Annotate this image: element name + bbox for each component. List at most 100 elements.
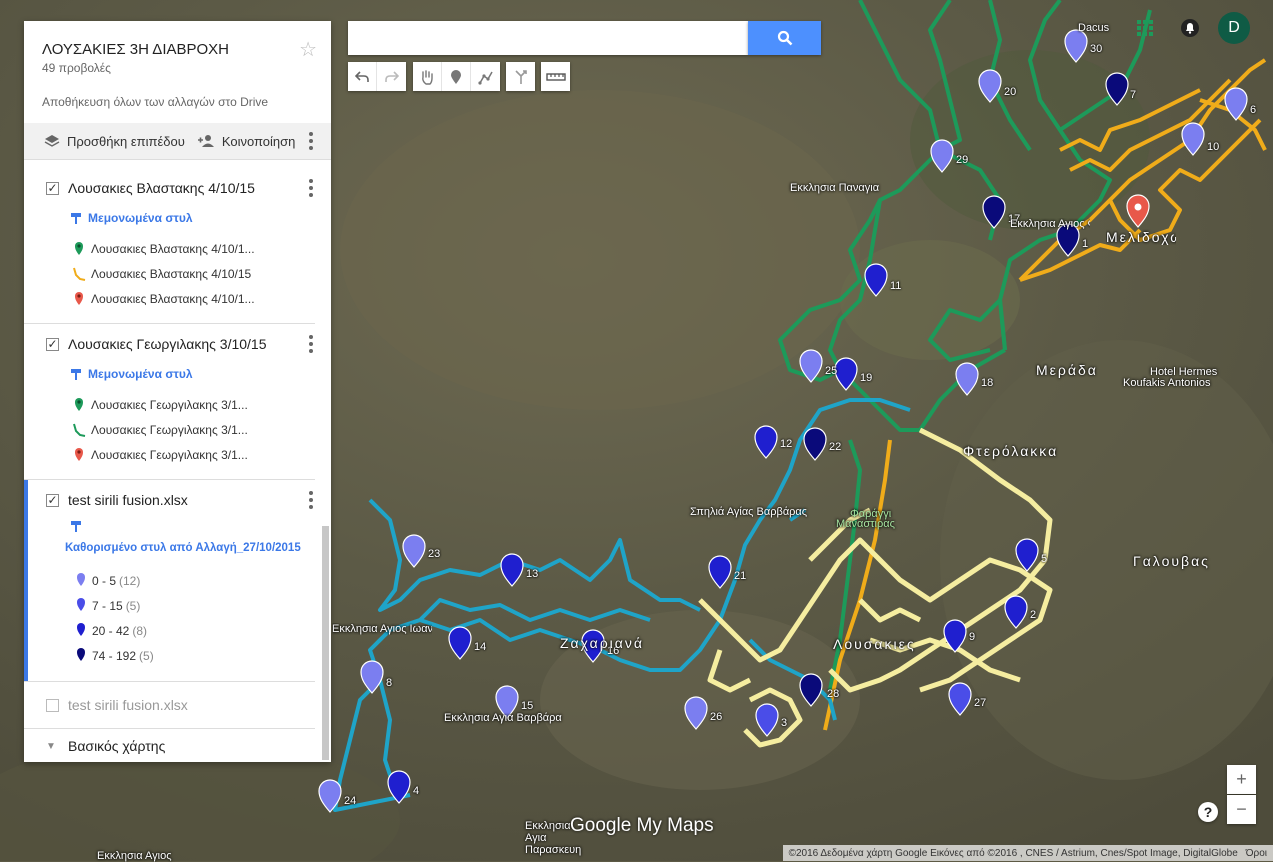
place-label: Dacus [1078, 22, 1110, 34]
layer-name[interactable]: test sirili fusion.xlsx [68, 492, 188, 508]
layer-checkbox[interactable]: ✓ [46, 181, 59, 195]
place-label: Εκκλησια Αγιος Ιωαννης [332, 623, 432, 635]
measure-button[interactable] [541, 62, 570, 91]
green-marker-icon [70, 241, 88, 256]
zoom-in-button[interactable]: + [1227, 765, 1256, 794]
basemap-row[interactable]: ▼ Βασικός χάρτης [24, 729, 331, 762]
layer-options-icon[interactable] [309, 491, 313, 509]
layer-style-link[interactable]: Μεμονωμένα στυλ [24, 364, 315, 384]
layer-item[interactable]: Λουσακιες Γεωργιλακης 3/1... [24, 392, 315, 417]
place-label: Εκκλησια Αγια Βαρβάρα [444, 712, 562, 724]
legend-row[interactable]: 7 - 15 (5) [24, 593, 315, 618]
layers-icon [44, 135, 60, 147]
marker-icon [451, 69, 461, 84]
pin-label: 15 [521, 700, 534, 712]
panel-scrollbar[interactable] [322, 526, 329, 760]
layer-options-icon[interactable] [309, 179, 313, 197]
legend-count: (12) [119, 573, 141, 588]
layer-header[interactable]: ✓ Λουσακιες Γεωργιλακης 3/10/15 [24, 324, 315, 364]
layer-georgilakis: ✓ Λουσακιες Γεωργιλακης 3/10/15 Μεμονωμέ… [24, 324, 315, 480]
style-label: Μεμονωμένα στυλ [88, 211, 193, 225]
layer-options-icon[interactable] [309, 335, 313, 353]
pin-label: 20 [1004, 86, 1017, 98]
more-options-icon[interactable] [309, 132, 313, 150]
legend-range: 20 - 42 [92, 623, 130, 638]
measure-group [541, 62, 570, 91]
directions-button[interactable] [506, 62, 535, 91]
share-button[interactable]: Κοινοποίηση [197, 133, 296, 149]
add-marker-button[interactable] [442, 62, 471, 91]
layer-item[interactable]: Λουσακιες Βλαστακης 4/10/1... [24, 286, 315, 311]
legend-row[interactable]: 74 - 192 (5) [24, 643, 315, 668]
layer-checkbox[interactable] [46, 698, 59, 712]
item-label: Λουσακιες Βλαστακης 4/10/15 [91, 266, 252, 281]
pin-label: 7 [1130, 89, 1137, 101]
pin-label: 11 [890, 280, 902, 292]
add-layer-button[interactable]: Προσθήκη επιπέδου [44, 134, 185, 149]
layer-name[interactable]: Λουσακιες Βλαστακης 4/10/15 [68, 180, 255, 196]
directions-icon [514, 69, 527, 84]
pin-label: 30 [1090, 43, 1103, 55]
paint-roller-icon [71, 368, 81, 380]
map-title[interactable]: ΛΟΥΣΑΚΙΕΣ 3Η ΔΙΑΒΡΟΧΗ [42, 41, 313, 58]
green-line-icon [70, 423, 88, 437]
layer-name[interactable]: test sirili fusion.xlsx [68, 697, 188, 713]
terms-link[interactable]: Όροι [1246, 848, 1267, 859]
layer-style-link[interactable]: Μεμονωμένα στυλ [24, 208, 315, 228]
place-label: Μαναστιρας [836, 518, 895, 530]
pin-label: 10 [1207, 141, 1220, 153]
undo-icon [355, 70, 369, 82]
place-label: Σπηλιά Αγίας Βαρβάρας [690, 506, 808, 518]
pin-label: 21 [734, 570, 747, 582]
layer-item[interactable]: Λουσακιες Βλαστακης 4/10/1... [24, 236, 315, 261]
place-label: Μελιδοχωρι [1106, 229, 1176, 245]
pin-label: 24 [344, 795, 357, 807]
draw-tools-group [413, 62, 500, 91]
layer-item[interactable]: Λουσακιες Γεωργιλακης 3/1... [24, 442, 315, 467]
active-layer-indicator [24, 480, 28, 681]
place-label: Εκκλησια Αγιος Φανουριος [1010, 218, 1090, 230]
search-button[interactable] [748, 21, 821, 55]
layer-name[interactable]: Λουσακιες Γεωργιλακης 3/10/15 [68, 336, 267, 352]
star-icon[interactable]: ☆ [299, 37, 317, 62]
place-label: Γαλουβας [1133, 553, 1210, 569]
draw-line-button[interactable] [471, 62, 500, 91]
copyright-bar: ©2016 Δεδομένα χάρτη Google Εικόνες από … [782, 845, 1273, 861]
pin-label: 18 [981, 377, 994, 389]
legend-row[interactable]: 0 - 5 (12) [24, 568, 315, 593]
layer-header[interactable]: test sirili fusion.xlsx [24, 682, 315, 728]
blue-pin-icon [76, 622, 86, 640]
zoom-out-button[interactable]: − [1227, 795, 1256, 824]
basemap-label[interactable]: Βασικός χάρτης [68, 738, 165, 754]
apps-grid-icon[interactable] [1137, 20, 1153, 36]
hand-icon [422, 69, 433, 85]
account-avatar[interactable]: D [1218, 12, 1250, 44]
place-label: Μεράδα [1036, 362, 1098, 378]
layer-checkbox[interactable]: ✓ [46, 337, 59, 351]
notifications-bell-icon[interactable] [1180, 18, 1200, 38]
pan-button[interactable] [413, 62, 442, 91]
layer-item[interactable]: Λουσακιες Γεωργιλακης 3/1... [24, 417, 315, 442]
green-marker-icon [70, 397, 88, 412]
undo-button[interactable] [348, 62, 377, 91]
legend-row[interactable]: 20 - 42 (8) [24, 618, 315, 643]
view-count: 49 προβολές [42, 61, 111, 75]
redo-icon [384, 70, 399, 82]
medium-pin-icon [76, 597, 86, 615]
pin-label: 12 [780, 438, 793, 450]
chevron-down-icon[interactable]: ▼ [46, 741, 59, 752]
pin-label: 29 [956, 154, 969, 166]
pin-label: 9 [969, 631, 976, 643]
help-icon[interactable]: ? [1198, 802, 1218, 822]
layer-header[interactable]: ✓ Λουσακιες Βλαστακης 4/10/15 [24, 168, 315, 208]
layer-item[interactable]: Λουσακιες Βλαστακης 4/10/15 [24, 261, 315, 286]
pin-label: 28 [827, 688, 840, 700]
search-input[interactable] [348, 21, 748, 55]
share-label: Κοινοποίηση [221, 133, 296, 149]
layer-header[interactable]: ✓ test sirili fusion.xlsx [24, 480, 315, 520]
legend-range: 7 - 15 [92, 598, 123, 613]
paint-roller-icon[interactable] [24, 520, 315, 538]
layer-style-link[interactable]: Καθορισμένο στυλ από Αλλαγή_27/10/2015 [24, 538, 315, 558]
redo-button[interactable] [377, 62, 406, 91]
layer-checkbox[interactable]: ✓ [46, 493, 59, 507]
